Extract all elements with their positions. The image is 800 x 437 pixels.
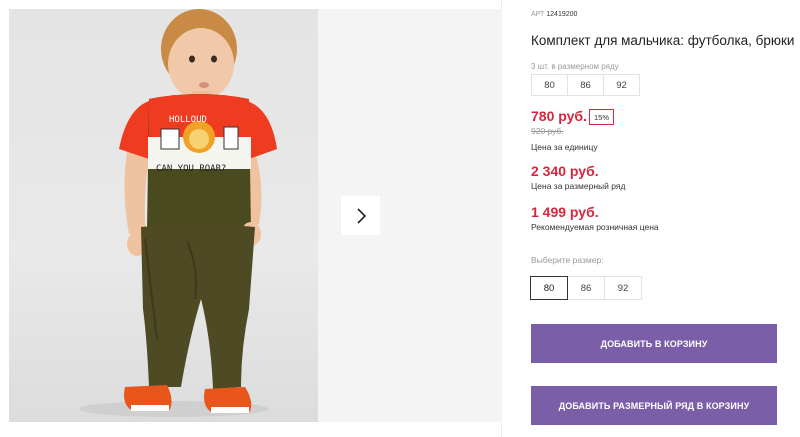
size-option-92[interactable]: 92 xyxy=(604,276,642,300)
row-size-80: 80 xyxy=(531,74,568,96)
tshirt-print-top: HOLLOUD xyxy=(169,115,207,125)
add-to-cart-button[interactable]: ДОБАВИТЬ В КОРЗИНУ xyxy=(531,324,777,363)
unit-price: 780 руб. xyxy=(531,108,587,124)
article-number: АРТ 12419200 xyxy=(531,11,577,18)
size-option-86[interactable]: 86 xyxy=(567,276,605,300)
retail-price-caption: Рекомендуемая розничная цена xyxy=(531,222,659,232)
row-size-92: 92 xyxy=(603,74,640,96)
old-price: 920 руб. xyxy=(531,126,564,136)
row-size-label: 3 шт. в размерном ряду xyxy=(531,62,619,71)
discount-badge: 15% xyxy=(589,109,614,125)
tshirt-print-bottom: CAN YOU ROAR? xyxy=(156,164,226,174)
article-value: 12419200 xyxy=(546,11,578,18)
row-size-86: 86 xyxy=(567,74,604,96)
row-price-caption: Цена за размерный ряд xyxy=(531,181,626,191)
size-selector: 80 86 92 xyxy=(530,276,642,300)
chevron-right-icon xyxy=(356,207,366,224)
row-sizes: 80 86 92 xyxy=(531,74,640,96)
choose-size-label: Выберите размер: xyxy=(531,255,604,265)
product-title: Комплект для мальчика: футболка, брюки xyxy=(531,33,795,48)
next-image-button[interactable] xyxy=(341,196,380,235)
product-gallery: HOLLOUD CAN YOU ROAR? xyxy=(0,0,502,437)
unit-price-caption: Цена за единицу xyxy=(531,142,598,152)
size-option-80[interactable]: 80 xyxy=(530,276,568,300)
product-photo[interactable]: HOLLOUD CAN YOU ROAR? xyxy=(9,9,318,422)
article-label: АРТ xyxy=(531,11,545,18)
row-price: 2 340 руб. xyxy=(531,163,599,179)
boy-outfit-illustration: HOLLOUD CAN YOU ROAR? xyxy=(79,9,277,417)
add-size-row-to-cart-button[interactable]: ДОБАВИТЬ РАЗМЕРНЫЙ РЯД В КОРЗИНУ xyxy=(531,386,777,425)
retail-price: 1 499 руб. xyxy=(531,204,599,220)
